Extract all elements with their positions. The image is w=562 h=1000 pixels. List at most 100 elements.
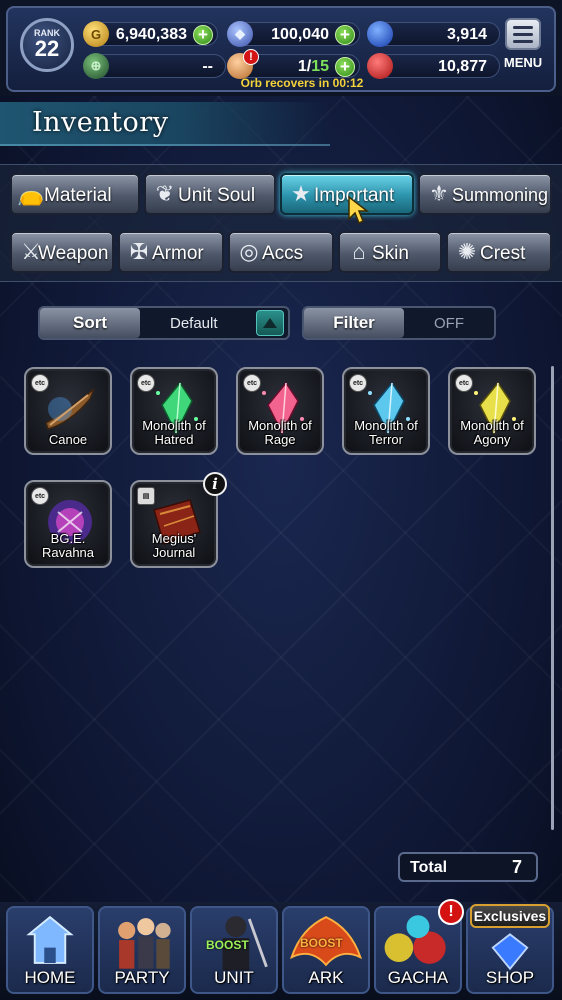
book-tag-icon: ▤	[137, 487, 155, 505]
filter-control: Filter OFF	[302, 306, 496, 340]
rank-value: 22	[34, 36, 60, 61]
etc-tag-icon: etc	[137, 374, 155, 392]
sort-value: Default	[170, 315, 218, 332]
item-monolith-hatred[interactable]: etc Monolith of Hatred	[130, 367, 218, 455]
nav-ark[interactable]: BOOST ARK	[282, 906, 370, 994]
nav-label: SHOP	[485, 968, 535, 987]
etc-tag-icon: etc	[349, 374, 367, 392]
filter-button[interactable]: Filter	[304, 308, 404, 338]
crest-icon: ✺	[457, 239, 477, 264]
triangle-up-icon	[263, 318, 277, 328]
green-value: --	[202, 58, 213, 75]
red-gem-counter: 10,877	[367, 53, 500, 79]
item-name-line2: Rage	[264, 432, 296, 447]
ring-icon: ◎	[239, 239, 259, 264]
nav-unit[interactable]: BOOST UNIT	[190, 906, 278, 994]
crystal-counter: ◆ 100,040 +	[227, 21, 360, 47]
filter-value: OFF	[434, 315, 464, 332]
tab-label: Weapon	[38, 243, 109, 264]
tab-accs[interactable]: ◎ Accs	[228, 231, 334, 273]
status-header: RANK 22 G 6,940,383 + ◆ 100,040 + 3,914 …	[6, 6, 556, 92]
add-orb-button[interactable]: +	[335, 57, 355, 77]
item-name: Monolith of Terror	[344, 419, 428, 447]
item-name-line2: Hatred	[154, 432, 194, 447]
item-name-line1: Megius'	[151, 531, 197, 546]
add-gold-button[interactable]: +	[193, 25, 213, 45]
item-megius-journal[interactable]: ▤ Megius' Journal	[130, 480, 218, 568]
orb-recovery-timer: Orb recovers in 00:12	[240, 76, 364, 90]
tab-weapon[interactable]: ⚔ Weapon	[10, 231, 114, 273]
blue-orb-value: 3,914	[446, 26, 487, 43]
blue-orb-counter: 3,914	[367, 21, 500, 47]
sack-icon: 👝	[17, 181, 45, 206]
hamburger-icon	[505, 18, 541, 50]
item-monolith-agony[interactable]: etc Monolith of Agony	[448, 367, 536, 455]
home-castle-icon	[26, 915, 74, 964]
item-name: Canoe	[26, 433, 110, 447]
orb-max: 15	[311, 58, 329, 75]
item-name-line1: Monolith of	[460, 418, 524, 433]
item-name-line1: Monolith of	[248, 418, 312, 433]
orb-stamina-counter: ! 1/15 +	[227, 49, 360, 79]
exclusives-badge[interactable]: Exclusives	[470, 904, 550, 928]
item-name-line1: Monolith of	[354, 418, 418, 433]
gold-value: 6,940,383	[115, 26, 187, 43]
info-icon[interactable]: i	[203, 472, 227, 496]
nav-label: ARK	[308, 968, 344, 987]
party-characters-icon	[118, 918, 171, 969]
item-name: Monolith of Rage	[238, 419, 322, 447]
item-name-line2: Agony	[473, 432, 511, 447]
total-label: Total	[410, 859, 448, 876]
gacha-alert-icon: !	[438, 899, 464, 925]
tab-label: Summoning	[452, 185, 549, 205]
etc-tag-icon: etc	[31, 374, 49, 392]
sort-button[interactable]: Sort	[40, 308, 140, 338]
item-bge-ravahna[interactable]: etc BG.E. Ravahna	[24, 480, 112, 568]
sort-order-button[interactable]	[256, 310, 284, 336]
item-monolith-rage[interactable]: etc Monolith of Rage	[236, 367, 324, 455]
nav-party[interactable]: PARTY	[98, 906, 186, 994]
tab-label: Accs	[262, 243, 304, 264]
tab-label: Unit Soul	[178, 185, 256, 206]
tab-armor[interactable]: ✠ Armor	[118, 231, 224, 273]
hanger-icon: ⌂	[352, 239, 366, 264]
ark-boost-label: BOOST	[300, 936, 343, 950]
crystal-value: 100,040	[271, 26, 329, 43]
item-monolith-terror[interactable]: etc Monolith of Terror	[342, 367, 430, 455]
green-counter: ⊕ --	[83, 53, 226, 79]
tab-label: Crest	[480, 243, 526, 264]
etc-tag-icon: etc	[243, 374, 261, 392]
item-name-line1: BG.E.	[50, 531, 86, 546]
rank-badge[interactable]: RANK 22	[20, 18, 74, 72]
nav-label: PARTY	[114, 968, 170, 987]
crystal-icon: ◆	[227, 21, 253, 47]
star-icon: ★	[291, 181, 311, 206]
gold-coin-icon: G	[83, 21, 109, 47]
item-name: Monolith of Hatred	[132, 419, 216, 447]
item-name: Monolith of Agony	[450, 419, 534, 447]
nav-home[interactable]: HOME	[6, 906, 94, 994]
item-canoe[interactable]: etc Canoe	[24, 367, 112, 455]
scrollbar[interactable]	[551, 366, 554, 830]
tab-material[interactable]: 👝 Material	[10, 173, 140, 215]
nav-label: GACHA	[387, 968, 449, 987]
tab-unit-soul[interactable]: ❦ Unit Soul	[144, 173, 276, 215]
etc-tag-icon: etc	[31, 487, 49, 505]
tab-crest[interactable]: ✺ Crest	[446, 231, 552, 273]
item-name: BG.E. Ravahna	[26, 532, 110, 560]
add-crystal-button[interactable]: +	[335, 25, 355, 45]
soul-icon: ❦	[155, 181, 175, 206]
tab-label: Armor	[152, 243, 204, 264]
unit-boost-label: BOOST	[206, 938, 249, 952]
tab-summoning[interactable]: ⚜ Summoning	[418, 173, 552, 215]
pointer-cursor-icon	[348, 195, 370, 225]
armor-icon: ✠	[129, 239, 149, 264]
item-name-line1: Canoe	[48, 432, 88, 447]
menu-label: MENU	[503, 55, 543, 70]
orb-current: 1	[297, 58, 307, 75]
tab-skin[interactable]: ⌂ Skin	[338, 231, 442, 273]
tab-label: Skin	[372, 243, 409, 264]
total-count-box: Total 7	[398, 852, 538, 882]
blue-orb-icon	[367, 21, 393, 47]
menu-button[interactable]: MENU	[500, 18, 546, 76]
